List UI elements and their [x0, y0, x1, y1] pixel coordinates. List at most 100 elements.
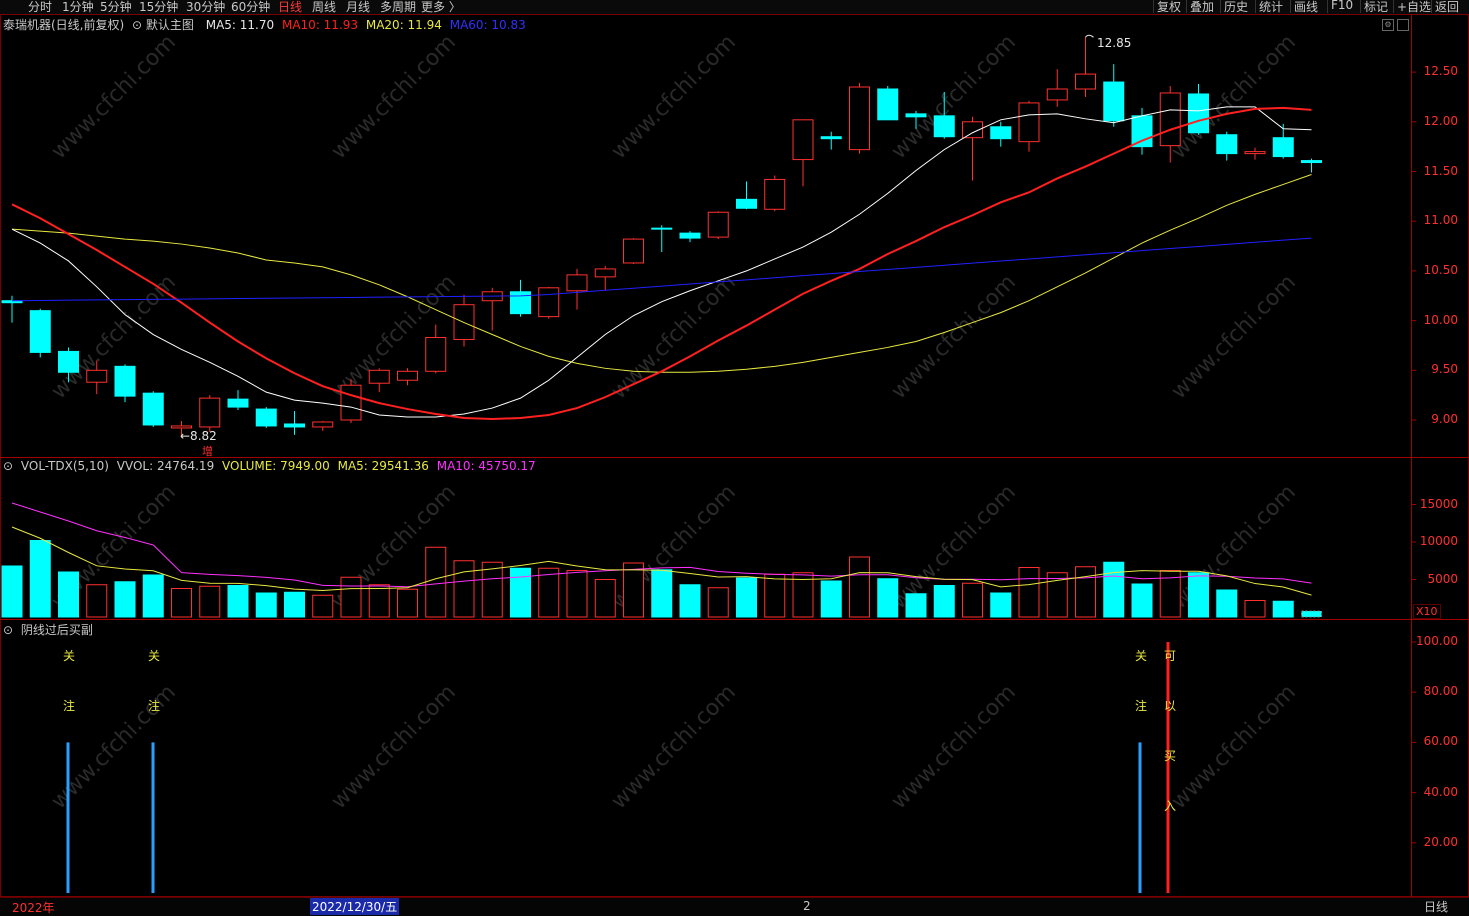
watermark-text: www.cfchi.com — [327, 680, 461, 814]
high-pointer — [1085, 34, 1094, 38]
candle — [1075, 37, 1096, 97]
signal-bar-watch — [151, 742, 155, 893]
stock-name: 泰瑞机器(日线,前复权) — [3, 18, 125, 32]
volume-tick-label: 5000 — [1427, 571, 1458, 586]
panel-settings-icon[interactable]: ⚙ — [1382, 19, 1394, 31]
volume-label: VOLUME: 7949.00 — [222, 459, 330, 473]
signal-char: 注 — [1135, 699, 1148, 713]
vol-settings-icon[interactable]: ⊙ — [3, 459, 13, 473]
volume-bar — [962, 582, 983, 618]
candle — [792, 119, 814, 187]
vol-ma5-label: MA5: 29541.36 — [337, 459, 429, 473]
signal-legend: ⊙ 阴线过后买副 — [3, 621, 97, 638]
volume-bar — [255, 592, 277, 618]
volume-legend: ⊙ VOL-TDX(5,10) VVOL: 24764.19 VOLUME: 7… — [3, 459, 540, 473]
volume-bar — [227, 585, 249, 618]
volume-bar — [1244, 600, 1266, 618]
price-tick-label: 10.50 — [1423, 262, 1458, 277]
candle — [877, 86, 899, 121]
candle — [368, 368, 390, 393]
volume-bar — [990, 592, 1012, 618]
watermark-text: www.cfchi.com — [887, 270, 1021, 404]
chart-frame — [0, 14, 1469, 897]
watermark-text: www.cfchi.com — [327, 30, 461, 164]
template-label: 默认主图 — [145, 18, 194, 32]
vol-ma10-label: MA10: 45750.17 — [436, 459, 536, 473]
signal-char: 买 — [1164, 749, 1177, 763]
candle — [1216, 131, 1238, 161]
volume-bar — [566, 570, 588, 618]
volume-bar — [312, 594, 334, 618]
volume-bar — [594, 579, 616, 618]
ma10-line — [11, 106, 1312, 421]
volume-bar — [623, 562, 644, 618]
signal-tick-label: 20.00 — [1423, 834, 1458, 849]
candle — [481, 287, 503, 331]
volume-bar — [425, 546, 447, 618]
signal-char: 可 — [1164, 649, 1177, 663]
candle — [1131, 107, 1153, 155]
year-label: 2022年 — [12, 901, 55, 915]
volume-bar — [29, 540, 51, 618]
price-tick-label: 10.00 — [1423, 312, 1458, 327]
volume-bar — [142, 574, 164, 618]
price-tick-label: 12.50 — [1423, 64, 1458, 79]
volume-bar — [397, 588, 418, 618]
volume-bar — [453, 560, 475, 618]
panel-maximize-icon[interactable] — [1397, 19, 1409, 31]
candle — [510, 279, 531, 317]
ma60-label: MA60: 10.83 — [449, 18, 526, 32]
signal-char: 关 — [63, 649, 76, 663]
volume-bar — [368, 584, 390, 618]
watermark-text: www.cfchi.com — [607, 30, 741, 164]
signal-bar-watch — [1138, 742, 1142, 893]
candle — [29, 308, 51, 358]
candle — [340, 379, 362, 423]
volume-bar — [736, 577, 757, 618]
period-indicator[interactable]: 日线 — [1424, 898, 1448, 915]
candle — [453, 294, 475, 347]
vol-multiplier: X10 — [1413, 604, 1441, 619]
vvol-label: VVOL: 24764.19 — [116, 459, 215, 473]
signal-bar-watch — [66, 742, 70, 893]
volume-bar — [1272, 600, 1294, 618]
event-tag[interactable]: 增 — [202, 443, 213, 459]
signal-bar-buy — [1166, 642, 1170, 893]
volume-bar — [86, 584, 108, 618]
volume-bar — [877, 578, 899, 618]
candle — [764, 175, 786, 212]
candle — [679, 231, 701, 243]
volume-bar — [933, 585, 955, 618]
signal-tick-label: 60.00 — [1423, 734, 1458, 749]
candle — [623, 238, 644, 264]
ma5-label: MA5: 11.70 — [205, 18, 275, 32]
volume-bar — [1018, 567, 1040, 618]
ma10-label: MA10: 11.93 — [281, 18, 359, 32]
signal-char: 关 — [148, 649, 161, 663]
candle — [990, 121, 1012, 147]
signal-char: 注 — [63, 699, 76, 713]
signal-indicator-name: 阴线过后买副 — [20, 623, 93, 637]
sig-settings-icon[interactable]: ⊙ — [3, 623, 13, 637]
watermark-text: www.cfchi.com — [47, 30, 181, 164]
candle — [142, 391, 164, 427]
volume-bar — [481, 561, 503, 618]
volume-bar — [199, 585, 221, 618]
candle — [1018, 100, 1040, 152]
candle — [849, 83, 870, 154]
volume-bar — [707, 587, 729, 618]
candle — [1244, 147, 1266, 160]
candle — [538, 286, 560, 319]
template-selector[interactable]: ⊙ 默认主图 — [132, 18, 198, 32]
volume-tick-label: 10000 — [1419, 534, 1458, 548]
candle — [707, 211, 729, 240]
volume-bar — [58, 571, 79, 618]
watermark-text: www.cfchi.com — [1167, 270, 1301, 404]
watermark-text: www.cfchi.com — [607, 270, 741, 404]
volume-bar — [905, 593, 927, 618]
volume-bar — [114, 581, 136, 618]
volume-bar — [284, 591, 305, 618]
watermark-text: www.cfchi.com — [607, 680, 741, 814]
stock-chart: www.cfchi.com www.cfchi.com www.cfchi.com w… — [0, 14, 1469, 897]
candle — [255, 407, 277, 428]
